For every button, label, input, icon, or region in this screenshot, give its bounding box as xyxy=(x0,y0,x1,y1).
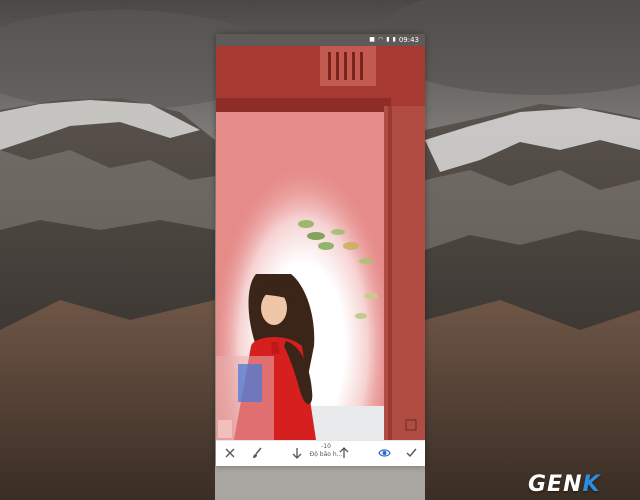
phone-screen: ■ ◠ ▮ ▮ 09:43 -10 Độ bão h... xyxy=(216,34,425,466)
increase-button[interactable] xyxy=(336,445,352,461)
eye-icon xyxy=(377,449,391,457)
status-bar: ■ ◠ ▮ ▮ 09:43 xyxy=(216,34,425,46)
cancel-button[interactable] xyxy=(222,445,238,461)
editor-toolbar: -10 Độ bão h... xyxy=(216,440,425,466)
genk-watermark: GENK xyxy=(528,472,601,497)
battery-icon: ▮ xyxy=(392,36,396,43)
notification-icon: ■ xyxy=(369,36,375,43)
brush-icon xyxy=(253,447,262,458)
status-time: 09:43 xyxy=(398,36,419,44)
watermark-accent: K xyxy=(582,472,601,497)
brush-button[interactable] xyxy=(249,445,265,461)
watermark-text: GEN xyxy=(528,472,583,497)
signal-icon: ▮ xyxy=(386,36,390,43)
confirm-button[interactable] xyxy=(403,445,419,461)
decrease-button[interactable] xyxy=(289,445,305,461)
arrow-down-icon xyxy=(292,448,302,459)
check-icon xyxy=(406,448,417,458)
close-icon xyxy=(225,448,235,458)
edited-photo[interactable] xyxy=(216,46,425,440)
toggle-mask-button[interactable] xyxy=(376,445,392,461)
arrow-up-icon xyxy=(339,447,349,458)
wifi-icon: ◠ xyxy=(377,36,384,43)
